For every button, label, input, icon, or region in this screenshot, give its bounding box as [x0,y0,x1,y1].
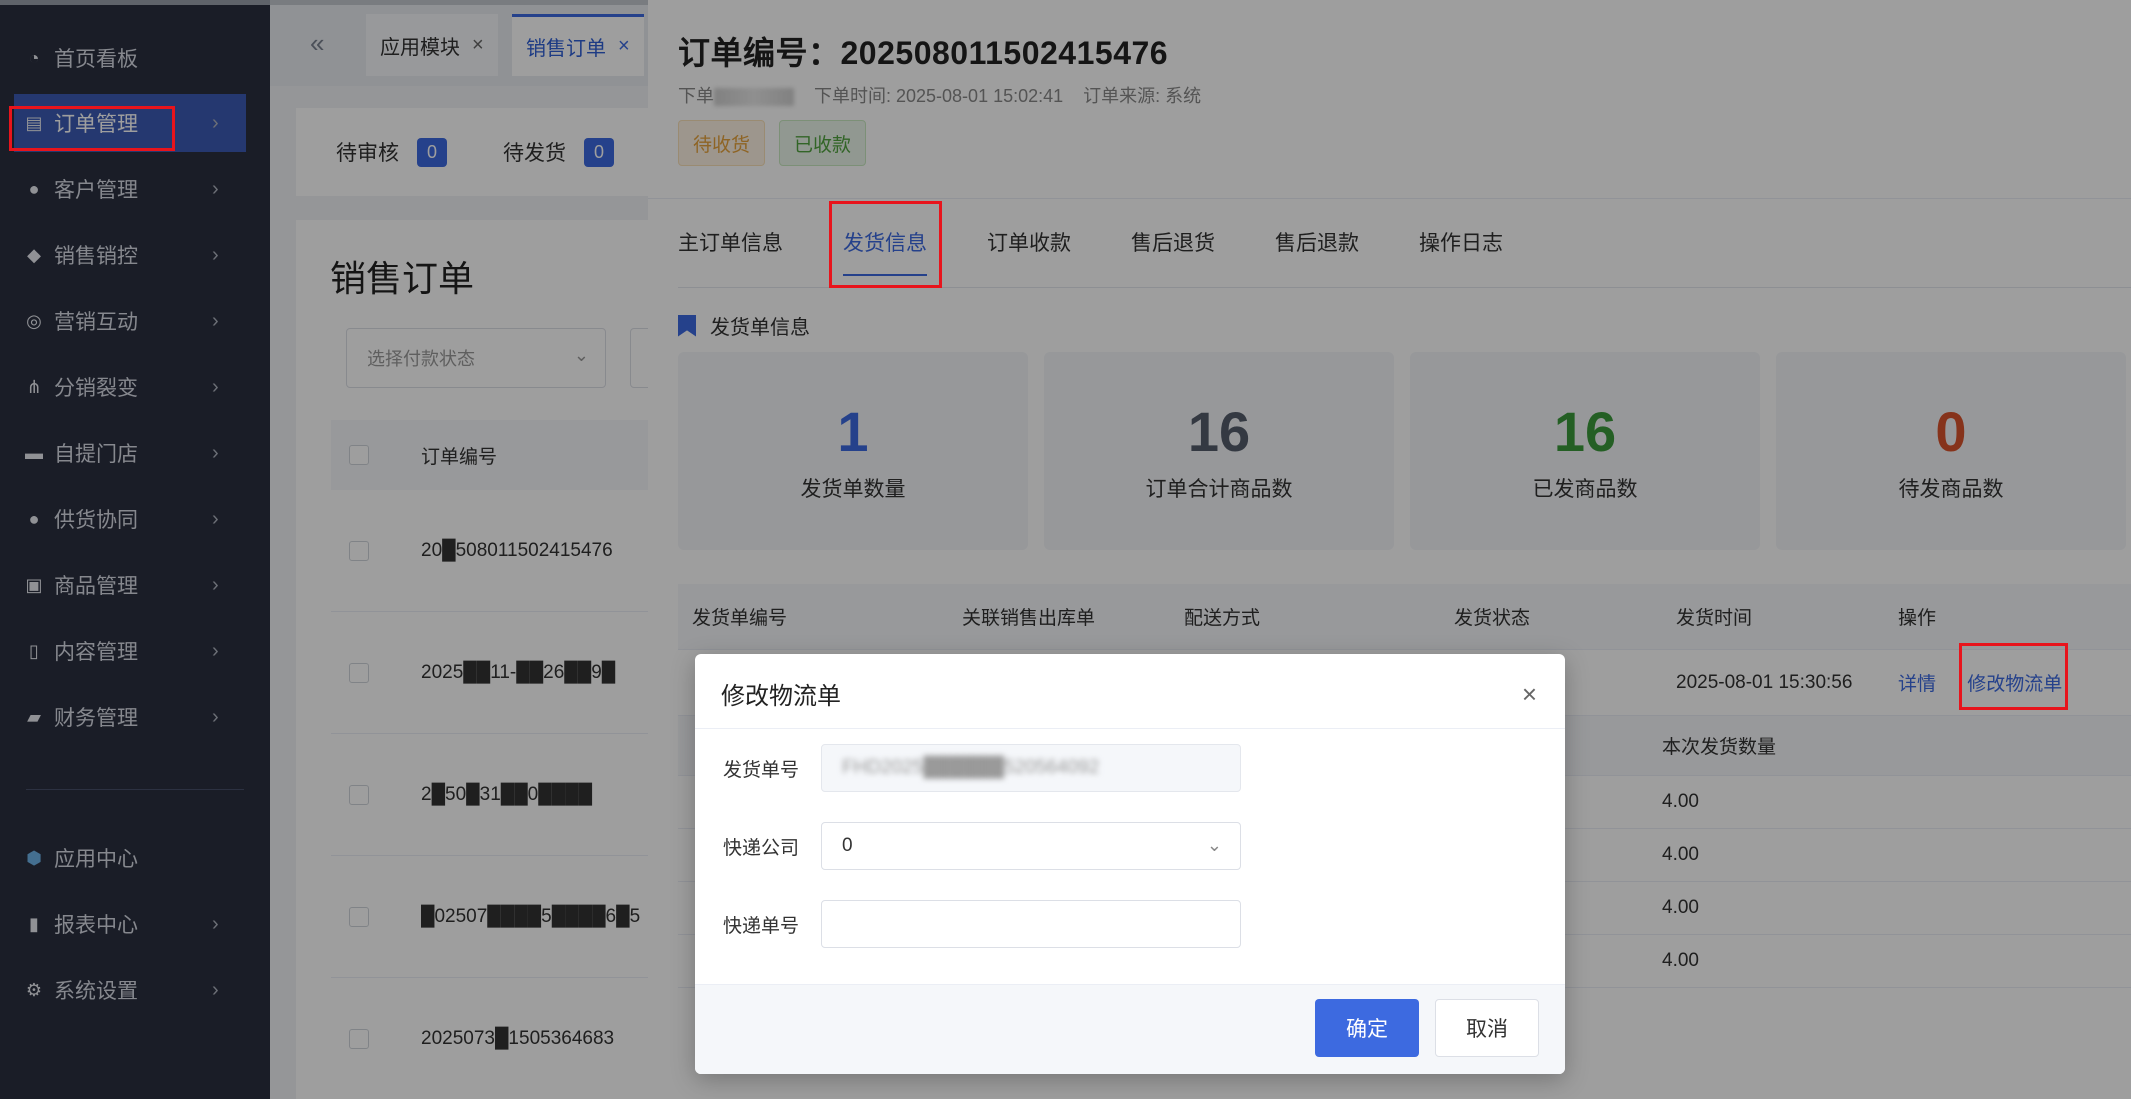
tracking-row: 快递单号 [695,900,1565,948]
tracking-input[interactable] [821,900,1241,948]
tracking-label: 快递单号 [722,915,799,937]
confirm-button[interactable]: 确定 [1315,999,1419,1057]
ship-no-row: 发货单号 FHD2025██████520564092 [695,744,1565,792]
modal-divider [695,728,1565,729]
ship-no-field: FHD2025██████520564092 [821,744,1241,792]
ship-no-label: 发货单号 [722,759,799,781]
courier-row: 快递公司 0 ⌄ [695,822,1565,870]
courier-value: 0 [842,835,853,856]
modal-footer: 确定 取消 [695,984,1565,1074]
edit-logistics-modal: 修改物流单 × 发货单号 FHD2025██████520564092 快递公司… [695,654,1565,1074]
close-icon[interactable]: × [1522,681,1537,707]
courier-label: 快递公司 [722,837,799,859]
cancel-button[interactable]: 取消 [1435,999,1539,1057]
chevron-down-icon: ⌄ [1206,835,1222,855]
courier-select[interactable]: 0 ⌄ [821,822,1241,870]
modal-title: 修改物流单 [721,683,841,710]
ship-no-value: FHD2025██████520564092 [842,757,1100,778]
